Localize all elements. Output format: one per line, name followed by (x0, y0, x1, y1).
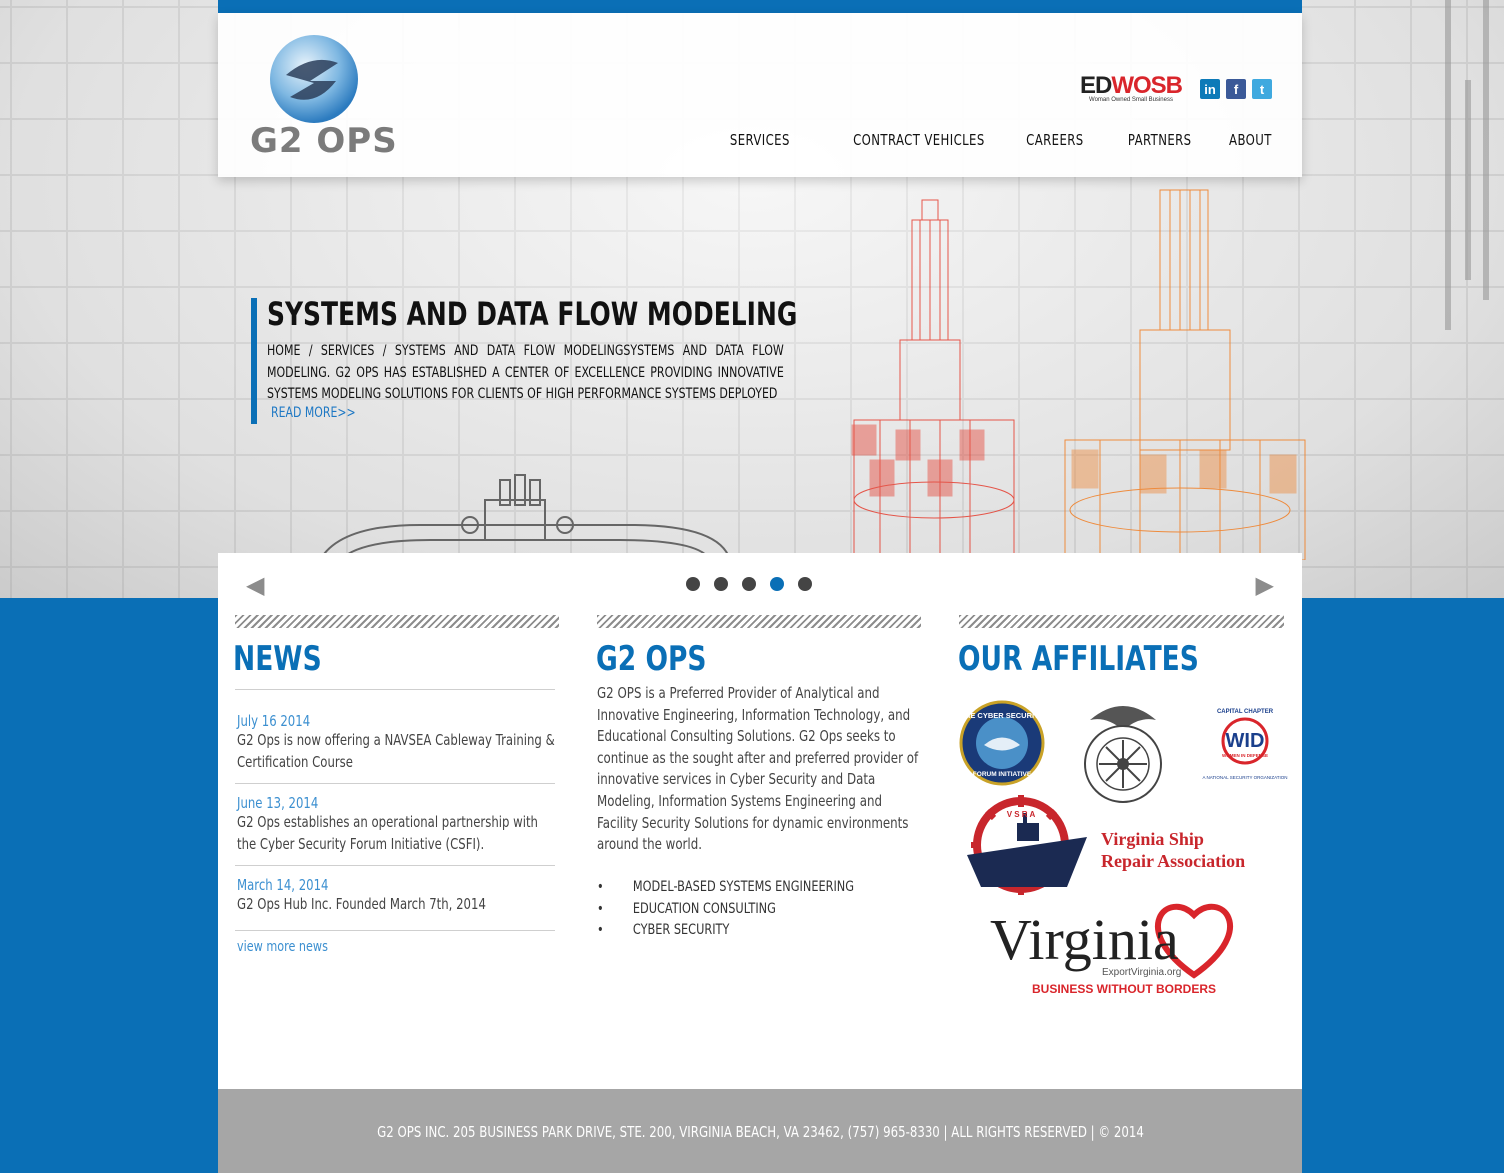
view-more-news-link[interactable]: view more news (237, 939, 328, 955)
news-item: March 14, 2014 G2 Ops Hub Inc. Founded M… (235, 865, 555, 930)
wid-mid-text: WOMEN IN DEFENSE (1222, 753, 1268, 758)
news-item: June 13, 2014 G2 Ops establishes an oper… (235, 783, 555, 865)
csfi-bottom-text: FORUM INITIATIVE (973, 771, 1032, 778)
slider-prev-arrow-icon[interactable]: ◀ (246, 571, 264, 600)
hero-caption: SYSTEMS AND DATA FLOW MODELING Home / Se… (251, 298, 799, 424)
about-text: G2 OPS is a Preferred Provider of Analyt… (597, 684, 919, 854)
csfi-top-text: THE CYBER SECURITY (960, 711, 1043, 720)
logo-wordmark: G2 OPS (250, 121, 398, 161)
nav-about[interactable]: ABOUT (1229, 131, 1272, 149)
gray-machinery-image (319, 474, 731, 560)
facebook-icon[interactable]: f (1226, 79, 1246, 99)
affiliates-heading: OUR AFFILIATES (958, 639, 1199, 679)
edwosb-subtitle: Woman Owned Small Business (1089, 97, 1173, 103)
news-heading: NEWS (233, 639, 322, 679)
content-panel: ◀ ▶ NEWS July 16 2014 G2 Ops is now offe… (218, 553, 1302, 1089)
linkedin-icon[interactable]: in (1200, 79, 1220, 99)
bullet-text: EDUCATION CONSULTING (632, 900, 776, 917)
news-divider-hatch (235, 615, 559, 628)
virginia-url: ExportVirginia.org (1102, 967, 1181, 978)
news-date: June 13, 2014 (237, 794, 319, 812)
slider-next-arrow-icon[interactable]: ▶ (1256, 571, 1274, 600)
slider-dot[interactable] (686, 577, 700, 591)
bullet-text: CYBER SECURITY (632, 922, 730, 939)
bullet-item: • EDUCATION CONSULTING (597, 900, 776, 917)
news-date: March 14, 2014 (237, 876, 329, 894)
main-nav: SERVICES CONTRACT VEHICLES CAREERS PARTN… (713, 131, 1272, 149)
slider-dot[interactable] (742, 577, 756, 591)
gray-machinery-right-image (1445, 0, 1489, 330)
slider-dot[interactable] (770, 577, 784, 591)
site-header: G2 OPS EDWOSB Woman Owned Small Business… (218, 13, 1302, 177)
news-item: July 16 2014 G2 Ops is now offering a NA… (235, 689, 555, 783)
virginia-word: Virginia (990, 907, 1179, 972)
slider-dots (686, 577, 812, 591)
news-list: July 16 2014 G2 Ops is now offering a NA… (235, 689, 555, 956)
site-footer: G2 OPS INC. 205 BUSINESS PARK DRIVE, STE… (218, 1089, 1302, 1173)
header-badges: EDWOSB Woman Owned Small Business in f t (1079, 72, 1272, 104)
affiliates-divider-hatch (959, 615, 1284, 628)
slider-dot[interactable] (798, 577, 812, 591)
wid-top-text: CAPITAL CHAPTER (1217, 709, 1274, 715)
wid-bottom-text: A NATIONAL SECURITY ORGANIZATION (1202, 775, 1287, 780)
virginia-tagline: BUSINESS WITHOUT BORDERS (1032, 982, 1216, 996)
eagle-seal-logo[interactable] (1080, 698, 1166, 808)
edwosb-ed: ED (1079, 72, 1112, 99)
wireframe-machinery-image (851, 189, 1306, 560)
news-footer: view more news (235, 929, 555, 956)
news-text: G2 Ops establishes an operational partne… (237, 813, 538, 853)
bullet-item: • CYBER SECURITY (597, 922, 730, 939)
vsra-logo[interactable]: V S R A Virginia Ship Repair Association (959, 795, 1289, 895)
news-date: July 16 2014 (237, 712, 311, 730)
vsra-line1: Virginia Ship (1101, 829, 1204, 849)
export-virginia-logo[interactable]: Virginia ExportVirginia.org BUSINESS WIT… (988, 889, 1260, 1001)
nav-services[interactable]: SERVICES (730, 131, 790, 149)
news-text: G2 Ops Hub Inc. Founded March 7th, 2014 (237, 895, 486, 913)
wid-letters: WID (1226, 730, 1265, 752)
hero-body: Home / Services / Systems and Data Flow … (267, 343, 784, 402)
vsra-wheel-text: V S R A (1007, 810, 1036, 819)
edwosb-badge[interactable]: EDWOSB Woman Owned Small Business (1079, 72, 1183, 104)
hero-title: SYSTEMS AND DATA FLOW MODELING (267, 295, 798, 333)
news-text: G2 Ops is now offering a NAVSEA Cableway… (237, 731, 555, 771)
edwosb-wosb: WOSB (1111, 72, 1183, 99)
csfi-logo[interactable]: THE CYBER SECURITY FORUM INITIATIVE (959, 700, 1045, 786)
top-accent-bar (218, 0, 1302, 13)
bullet-item: • MODEL-BASED SYSTEMS ENGINEERING (597, 879, 855, 895)
nav-partners[interactable]: PARTNERS (1128, 131, 1192, 149)
about-heading: G2 OPS (596, 639, 707, 679)
nav-careers[interactable]: CAREERS (1026, 131, 1083, 149)
about-divider-hatch (597, 615, 921, 628)
nav-contract-vehicles[interactable]: CONTRACT VEHICLES (853, 131, 985, 149)
bullet-text: MODEL-BASED SYSTEMS ENGINEERING (632, 879, 855, 895)
vsra-line2: Repair Association (1101, 851, 1245, 871)
women-in-defense-logo[interactable]: CAPITAL CHAPTER WID WOMEN IN DEFENSE A N… (1202, 699, 1288, 789)
footer-address: G2 OPS INC. 205 BUSINESS PARK DRIVE, STE… (376, 1123, 1144, 1141)
twitter-icon[interactable]: t (1252, 79, 1272, 99)
services-bullet-list: • MODEL-BASED SYSTEMS ENGINEERING • EDUCAT… (597, 877, 927, 942)
slider-dot[interactable] (714, 577, 728, 591)
hero-read-more-link[interactable]: Read More>> (271, 405, 356, 421)
